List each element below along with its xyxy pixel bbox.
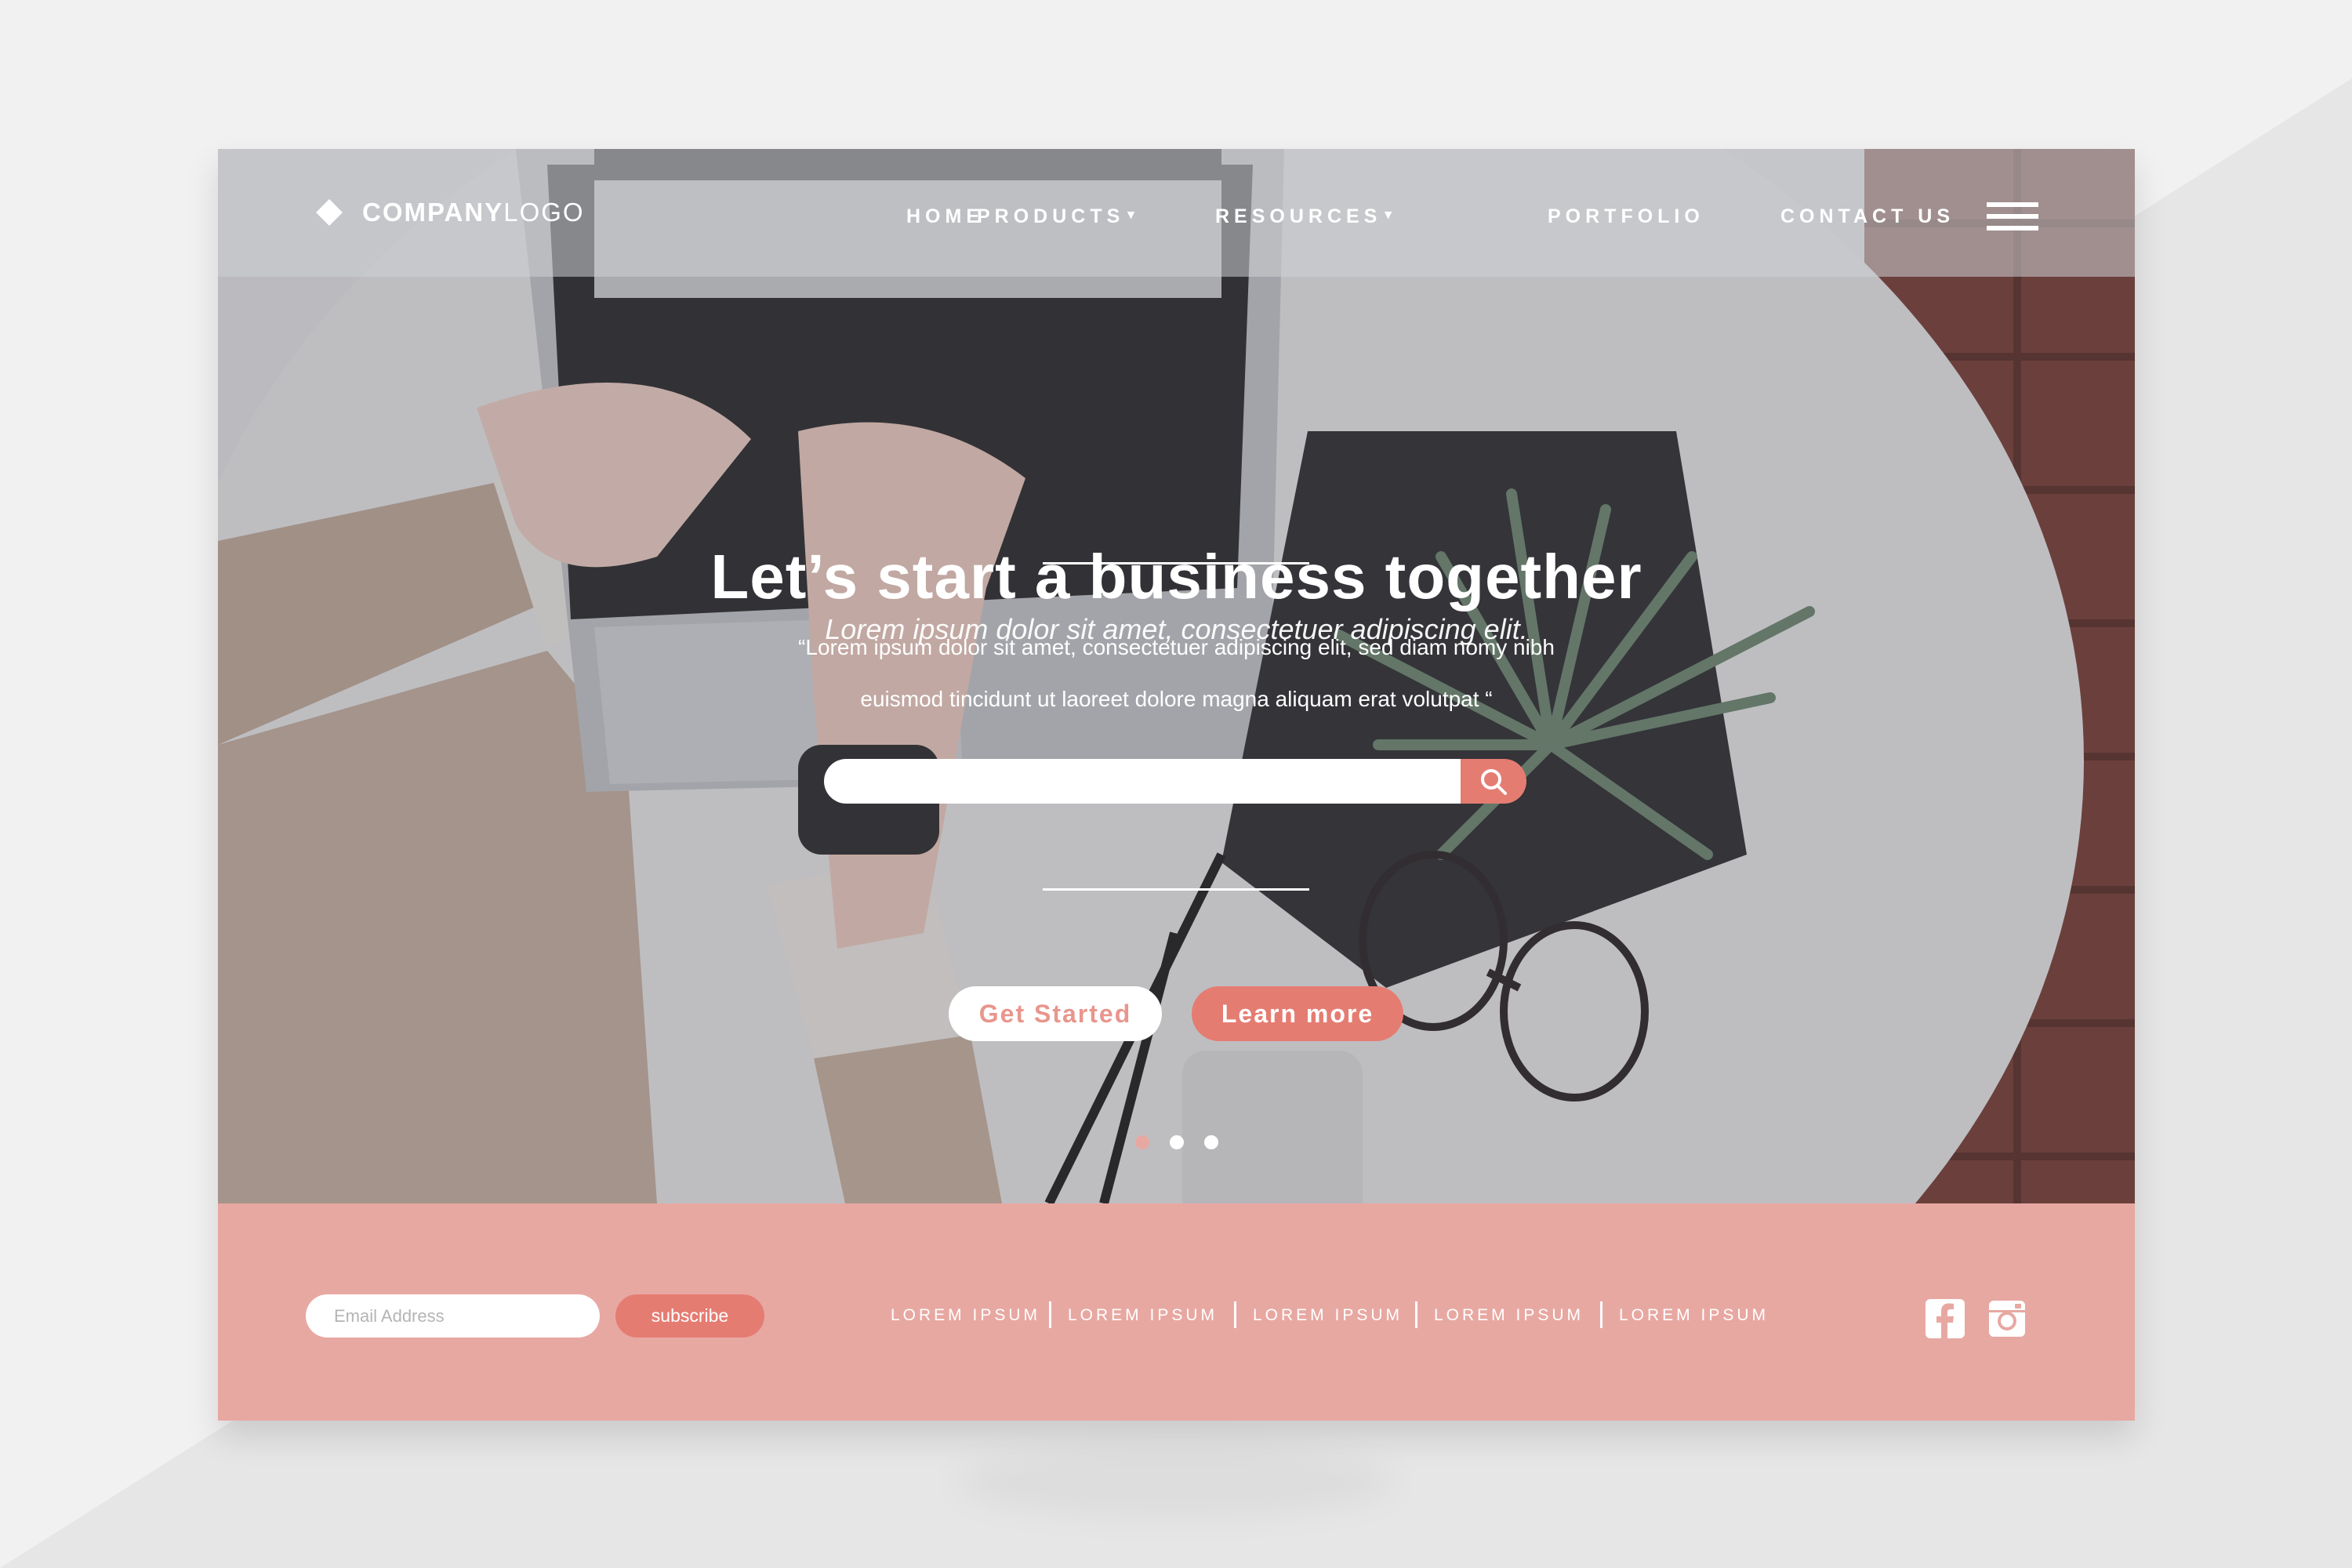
carousel-dot-3[interactable] [1204, 1135, 1218, 1149]
divider-top [1043, 562, 1309, 564]
divider-bottom [1043, 888, 1309, 891]
carousel-dot-2[interactable] [1170, 1135, 1184, 1149]
main-nav: HOME PRODUCTS ▾ RESOURCES ▾ PORTFOLIO CONT… [218, 205, 2135, 234]
hero-darken-overlay [218, 149, 2135, 1203]
footer-link[interactable]: LOREM IPSUM [1253, 1306, 1403, 1325]
footer: subscribe LOREM IPSUM LOREM IPSUM LOREM … [218, 1203, 2135, 1421]
footer-divider [1049, 1301, 1051, 1328]
nav-item-portfolio[interactable]: PORTFOLIO [1548, 205, 1704, 228]
footer-divider [1600, 1301, 1602, 1328]
nav-item-products[interactable]: PRODUCTS ▾ [977, 205, 1134, 228]
nav-item-label: CONTACT US [1780, 205, 1955, 227]
instagram-icon[interactable] [1987, 1299, 2027, 1338]
facebook-icon[interactable] [1926, 1299, 1965, 1338]
search-bar [824, 759, 1526, 804]
footer-link[interactable]: LOREM IPSUM [891, 1306, 1040, 1325]
email-field[interactable] [306, 1294, 600, 1338]
search-input[interactable] [824, 759, 1461, 804]
website-mockup: COMPANY LOGO HOME PRODUCTS ▾ RESOURCES ▾ PO… [218, 149, 2135, 1421]
nav-item-label: HOME [906, 205, 984, 227]
caret-down-icon: ▾ [1127, 207, 1134, 222]
caret-down-icon: ▾ [1385, 207, 1392, 222]
footer-divider [1234, 1301, 1236, 1328]
quote-line-1: “Lorem ipsum dolor sit amet, consectetue… [798, 635, 1555, 659]
mockup-shadow [956, 1446, 1396, 1517]
carousel-dot-1[interactable] [1135, 1135, 1149, 1149]
footer-divider [1415, 1301, 1417, 1328]
subscribe-button[interactable]: subscribe [615, 1294, 764, 1338]
nav-item-label: RESOURCES [1215, 205, 1382, 227]
footer-link[interactable]: LOREM IPSUM [1068, 1306, 1218, 1325]
get-started-button[interactable]: Get Started [949, 986, 1162, 1041]
footer-link[interactable]: LOREM IPSUM [1619, 1306, 1769, 1325]
nav-item-label: PRODUCTS [977, 205, 1125, 227]
search-button[interactable] [1461, 759, 1526, 804]
footer-link[interactable]: LOREM IPSUM [1434, 1306, 1584, 1325]
nav-item-home[interactable]: HOME [906, 205, 984, 228]
quote-line-2: euismod tincidunt ut laoreet dolore magn… [860, 687, 1493, 711]
hamburger-icon[interactable] [1987, 202, 2038, 230]
nav-item-contact-us[interactable]: CONTACT US [1780, 205, 1955, 228]
nav-item-resources[interactable]: RESOURCES ▾ [1215, 205, 1392, 228]
navbar: COMPANY LOGO HOME PRODUCTS ▾ RESOURCES ▾ PO… [218, 149, 2135, 277]
hero-title: Let’s start a business together [710, 542, 1642, 612]
carousel-indicators [218, 1135, 2135, 1151]
learn-more-button[interactable]: Learn more [1192, 986, 1403, 1041]
nav-item-label: PORTFOLIO [1548, 205, 1704, 227]
search-icon [1481, 768, 1507, 795]
hero-section: COMPANY LOGO HOME PRODUCTS ▾ RESOURCES ▾ PO… [218, 149, 2135, 1203]
